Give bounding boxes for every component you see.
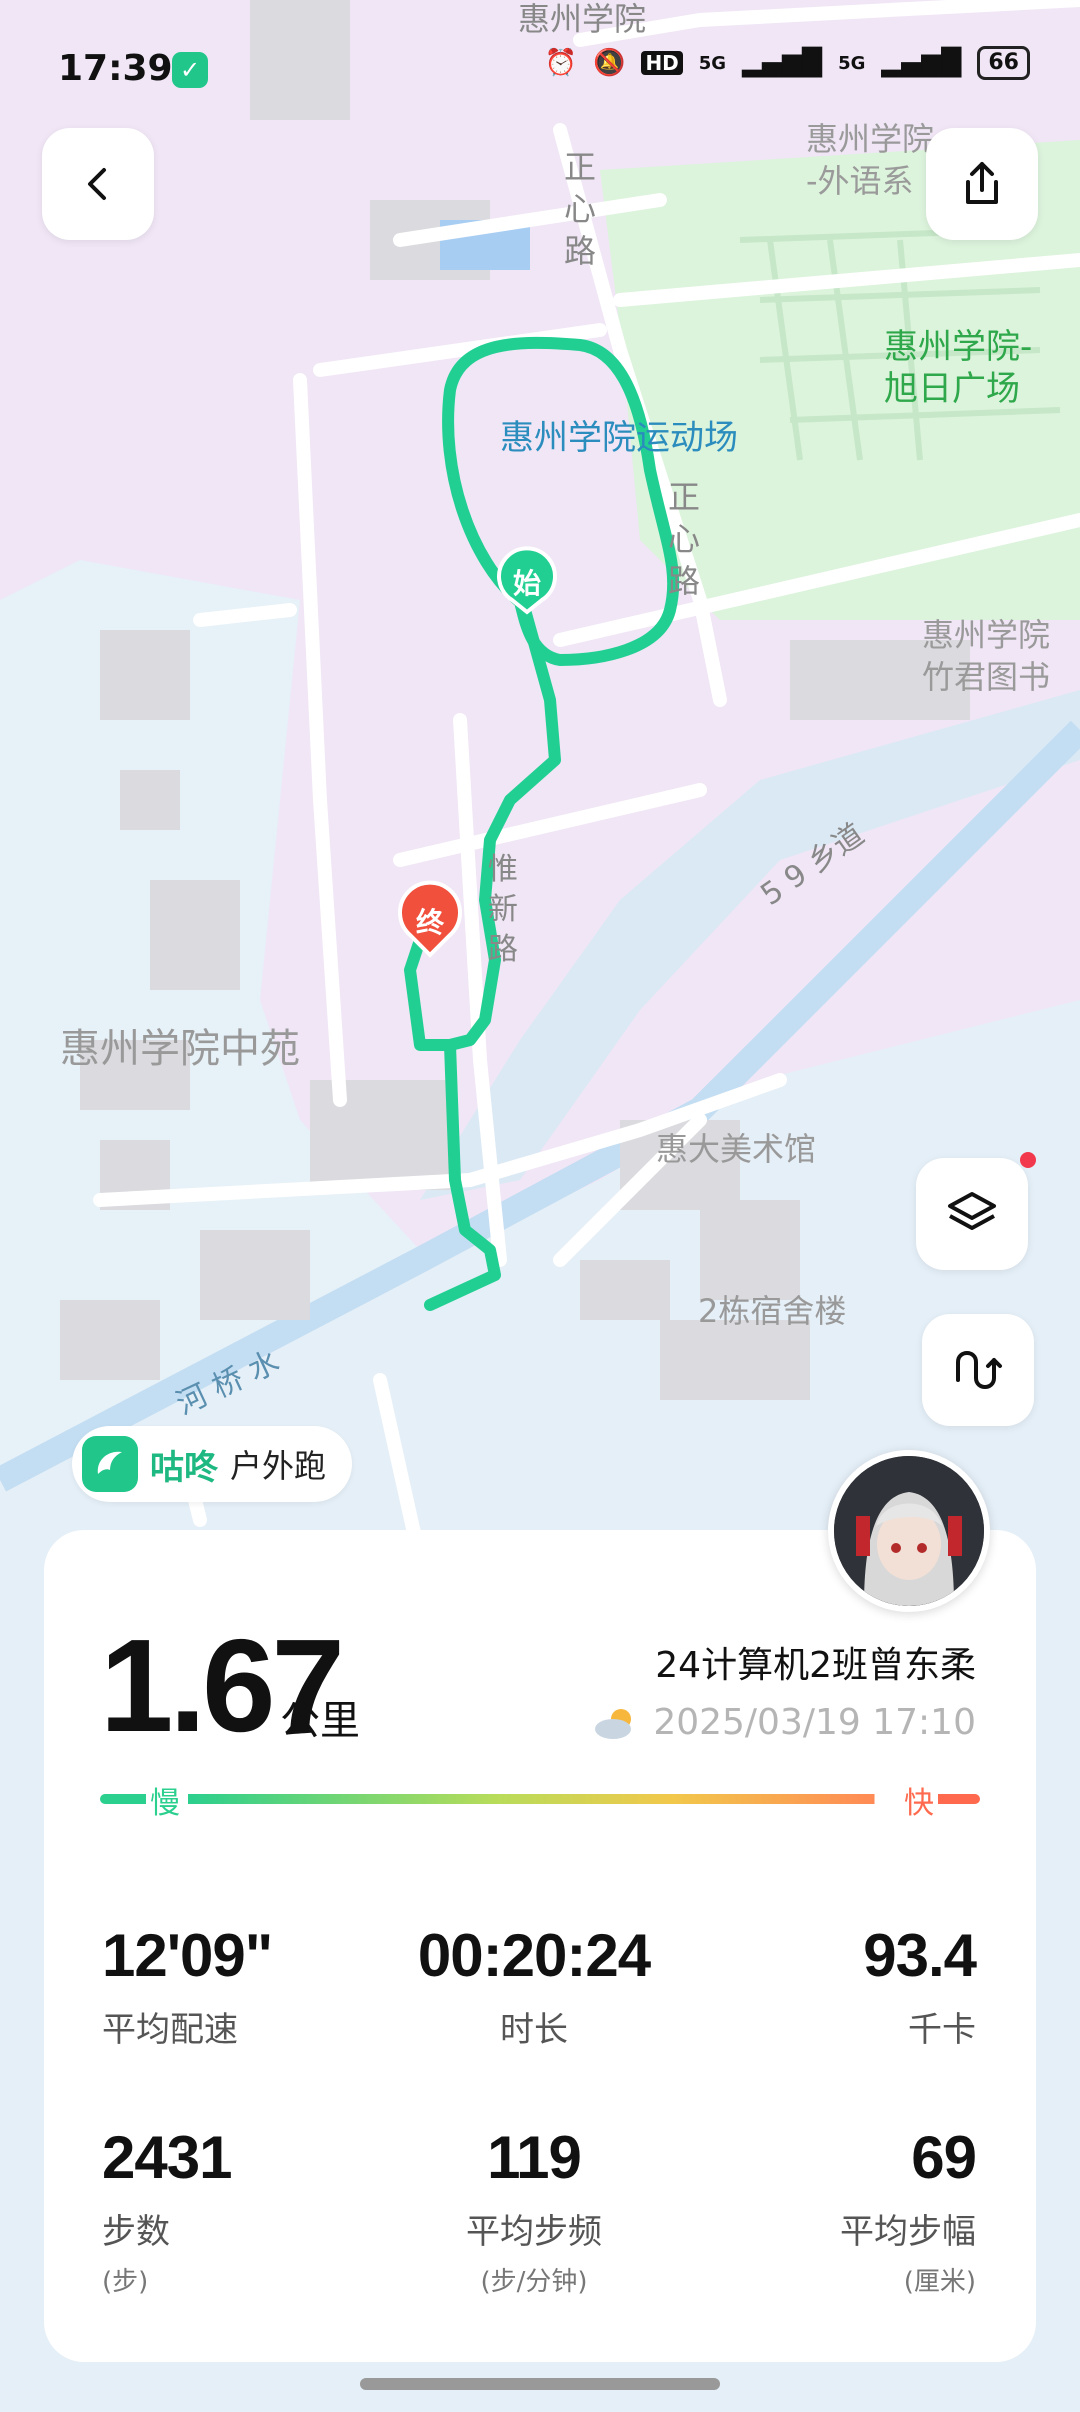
calories-value: 93.4 [863, 1922, 977, 1989]
hd-icon: HD [641, 51, 683, 75]
pace-value: 12'09" [102, 1922, 273, 1989]
status-time: 17:39 [58, 48, 173, 89]
back-button[interactable] [42, 128, 154, 240]
avatar[interactable] [828, 1450, 990, 1612]
end-marker-label: 终 [416, 906, 445, 939]
pace-label: 平均配速 [102, 2010, 238, 2050]
brand-name: 咕咚 [150, 1447, 218, 1488]
brand-chip: 咕咚 户外跑 [72, 1426, 353, 1502]
stride-unit: (厘米) [903, 2267, 976, 2297]
stride-value: 69 [911, 2124, 977, 2191]
workout-summary-card: 1.67 公里 24计算机2班曾东柔 2025/03/19 17:10 慢 快 … [44, 1530, 1036, 2362]
stride-label: 平均步幅 [840, 2212, 976, 2252]
distance-unit: 公里 [280, 1698, 360, 1744]
duration-value: 00:20:24 [417, 1922, 651, 1989]
cadence-label: 平均步频 [466, 2212, 602, 2252]
signal-5g-icon-1: 5G [698, 52, 727, 74]
map-label-library: 惠州学院 竹君图书 [922, 616, 1051, 696]
calories-label: 千卡 [908, 2010, 976, 2050]
app-notification-icon: ✓ [172, 52, 208, 88]
datetime-text: 2025/03/19 17:10 [653, 1702, 976, 1743]
signal-5g-icon-2: 5G [838, 52, 866, 74]
layers-icon [948, 1192, 996, 1230]
route-curve-icon [956, 1351, 1002, 1389]
status-bar: 17:39 ✓ ⏰ 🔕 HD 5G ▂▄▆█ 5G ▂▄▆█ 66 [0, 0, 1080, 140]
codoon-logo-icon [82, 1436, 138, 1492]
user-name: 24计算机2班曾东柔 [655, 1645, 976, 1686]
status-icons: ⏰ 🔕 HD 5G ▂▄▆█ 5G ▂▄▆█ 66 [545, 46, 1030, 80]
map-layers-button[interactable] [916, 1152, 1036, 1270]
share-icon [966, 162, 998, 204]
map-label-xuri: 惠州学院- 旭日广场 [884, 327, 1033, 409]
steps-value: 2431 [102, 2124, 232, 2191]
pace-legend-bar: 慢 快 [100, 1778, 980, 1822]
battery-icon: 66 [977, 46, 1030, 80]
cadence-unit: (步/分钟) [480, 2267, 588, 2297]
stat-steps: 2431 步数 (步) [102, 2124, 232, 2298]
map-label-zhongyuan: 惠州学院中苑 [60, 1026, 300, 1072]
pace-gradient [100, 1794, 980, 1804]
alarm-icon: ⏰ [544, 48, 578, 78]
stat-cadence: 119 平均步频 (步/分钟) [374, 2128, 694, 2298]
stat-stride: 69 平均步幅 (厘米) [840, 2124, 977, 2298]
route-style-button[interactable] [922, 1314, 1034, 1426]
pace-fast-label: 快 [900, 1778, 938, 1822]
cadence-value: 119 [487, 2124, 582, 2191]
stat-calories: 93.4 千卡 [863, 1922, 977, 2051]
stat-pace: 12'09" 平均配速 [102, 1922, 273, 2051]
map-label-stadium: 惠州学院运动场 [500, 418, 738, 458]
map-label-zhengxin-2: 正 心 路 [668, 478, 701, 600]
weather-cloudy-icon [595, 1708, 632, 1739]
stat-duration: 00:20:24 时长 [374, 1926, 694, 2051]
sport-type: 户外跑 [230, 1447, 327, 1485]
signal-bars-icon-1: ▂▄▆█ [742, 48, 823, 78]
home-indicator[interactable] [360, 2378, 720, 2390]
pace-slow-label: 慢 [146, 1778, 184, 1822]
notification-dot [1020, 1152, 1036, 1168]
duration-label: 时长 [500, 2010, 568, 2050]
map-label-huaxin: 惟 新 路 [488, 852, 518, 967]
workout-datetime: 2025/03/19 17:10 [591, 1702, 976, 1743]
map-label-zhengxin-1: 正 心 路 [564, 148, 597, 270]
avatar-image [834, 1456, 984, 1606]
map-label-dorm2: 2栋宿舍楼 [698, 1292, 847, 1330]
share-button[interactable] [926, 128, 1038, 240]
steps-unit: (步) [102, 2267, 149, 2297]
start-marker-label: 始 [513, 567, 541, 600]
mute-icon: 🔕 [593, 48, 626, 78]
steps-label: 步数 [102, 2212, 170, 2252]
map-label-museum: 惠大美术馆 [656, 1130, 817, 1168]
signal-bars-icon-2: ▂▄▆█ [881, 48, 962, 78]
chevron-left-icon [88, 168, 106, 200]
